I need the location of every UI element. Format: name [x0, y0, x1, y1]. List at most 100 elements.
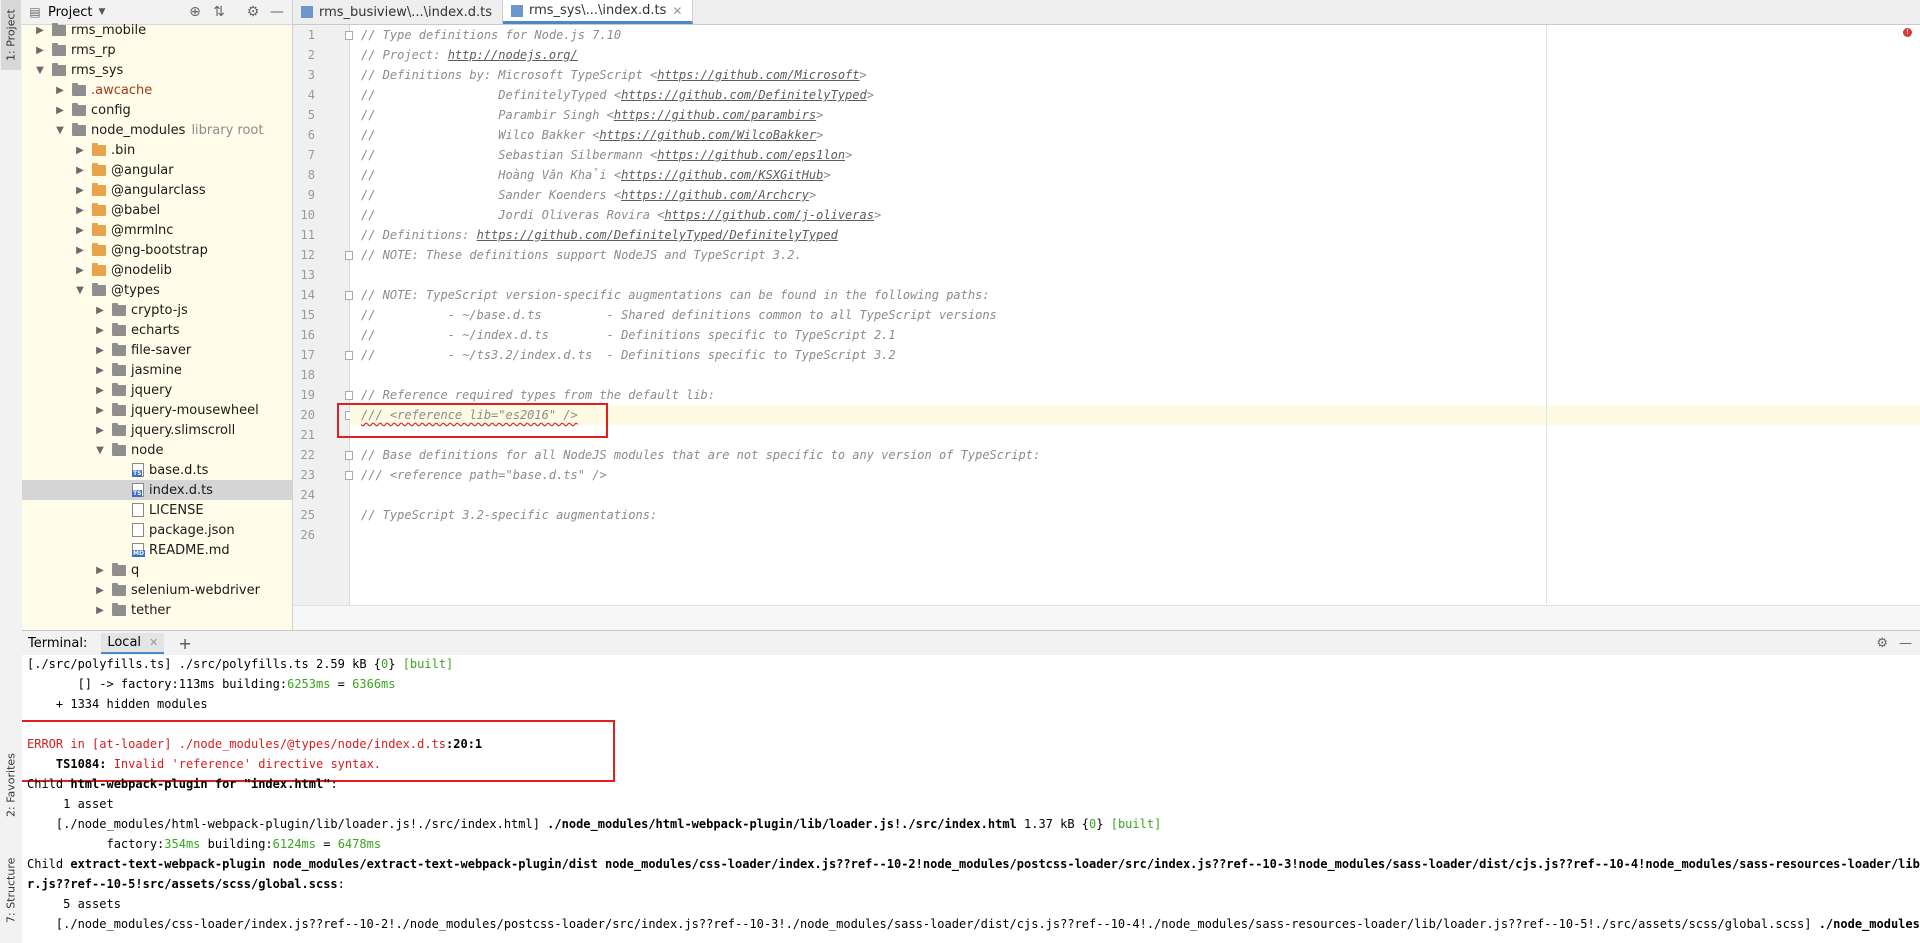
- chevron-down-icon[interactable]: ▼: [34, 65, 46, 76]
- chevron-right-icon[interactable]: ▶: [74, 245, 86, 256]
- chevron-right-icon[interactable]: ▶: [54, 105, 66, 116]
- folder-icon: [112, 422, 126, 436]
- code-link[interactable]: https://github.com/eps1lon: [657, 148, 845, 162]
- chevron-down-icon[interactable]: ▼: [54, 125, 66, 136]
- tree-item[interactable]: ▼ rms_sys: [22, 60, 292, 80]
- favorites-tool-tab[interactable]: 2: Favorites: [1, 740, 21, 830]
- tree-item-label: jquery: [131, 382, 173, 398]
- chevron-right-icon[interactable]: ▶: [94, 325, 106, 336]
- code-line: // Parambir Singh <https://github.com/pa…: [361, 108, 824, 122]
- tree-item[interactable]: ▶ @angular: [22, 160, 292, 180]
- tree-item[interactable]: ▼ node_modules library root: [22, 120, 292, 140]
- tree-item[interactable]: base.d.ts: [22, 460, 292, 480]
- tree-item[interactable]: LICENSE: [22, 500, 292, 520]
- line-number: 18: [300, 368, 315, 382]
- chevron-right-icon[interactable]: ▶: [74, 205, 86, 216]
- tree-item[interactable]: ▶ crypto-js: [22, 300, 292, 320]
- tree-item[interactable]: ▶ @mrmlnc: [22, 220, 292, 240]
- collapse-all-icon[interactable]: ⇅: [210, 3, 228, 21]
- code-line: /// <reference path="base.d.ts" />: [361, 468, 607, 482]
- terminal-line: Child html-webpack-plugin for "index.htm…: [27, 777, 338, 791]
- tree-item[interactable]: ▶ jquery.slimscroll: [22, 420, 292, 440]
- project-tool-tab[interactable]: 1: Project: [1, 0, 21, 70]
- chevron-right-icon[interactable]: ▶: [34, 25, 46, 36]
- code-link[interactable]: http://nodejs.org/: [448, 48, 578, 62]
- tree-item[interactable]: ▶ rms_rp: [22, 40, 292, 60]
- chevron-right-icon[interactable]: ▶: [94, 605, 106, 616]
- chevron-right-icon[interactable]: ▶: [94, 405, 106, 416]
- chevron-down-icon[interactable]: ▼: [74, 285, 86, 296]
- chevron-right-icon[interactable]: ▶: [94, 565, 106, 576]
- terminal-output[interactable]: [./src/polyfills.ts] ./src/polyfills.ts …: [22, 655, 1920, 943]
- terminal-tab-local[interactable]: Local ✕: [101, 632, 165, 654]
- hide-panel-icon[interactable]: —: [268, 3, 286, 21]
- tree-item[interactable]: ▼ node: [22, 440, 292, 460]
- chevron-right-icon[interactable]: ▶: [74, 185, 86, 196]
- code-line: // DefinitelyTyped <https://github.com/D…: [361, 88, 874, 102]
- code-area[interactable]: // Type definitions for Node.js 7.10 // P…: [350, 25, 1920, 605]
- tree-item[interactable]: ▶ config: [22, 100, 292, 120]
- chevron-right-icon[interactable]: ▶: [74, 145, 86, 156]
- gear-icon[interactable]: ⚙: [244, 3, 262, 21]
- chevron-right-icon[interactable]: ▶: [74, 165, 86, 176]
- chevron-right-icon[interactable]: ▶: [94, 385, 106, 396]
- chevron-right-icon[interactable]: ▶: [74, 265, 86, 276]
- tree-item[interactable]: index.d.ts: [22, 480, 292, 500]
- tree-item[interactable]: ▶ tether: [22, 600, 292, 620]
- chevron-down-icon[interactable]: ▼: [94, 445, 106, 456]
- tree-item[interactable]: ▶ .bin: [22, 140, 292, 160]
- locate-icon[interactable]: ⊕: [186, 3, 204, 21]
- tree-item[interactable]: ▶ jasmine: [22, 360, 292, 380]
- hide-panel-icon[interactable]: —: [1899, 636, 1912, 651]
- chevron-right-icon[interactable]: ▶: [94, 345, 106, 356]
- tree-item[interactable]: ▶ jquery: [22, 380, 292, 400]
- chevron-right-icon[interactable]: ▶: [74, 225, 86, 236]
- code-link[interactable]: https://github.com/parambirs: [614, 108, 816, 122]
- chevron-right-icon[interactable]: ▶: [34, 45, 46, 56]
- file-icon: [132, 523, 144, 537]
- tree-item[interactable]: ▶ @nodelib: [22, 260, 292, 280]
- code-editor[interactable]: 1 2 3 4 5 6 7 8 9 10 11 12 13 14 15 16 17 18 19 20 21 22 23 24 2…: [293, 25, 1920, 605]
- tree-item[interactable]: ▶ @angularclass: [22, 180, 292, 200]
- tree-item[interactable]: ▼ @types: [22, 280, 292, 300]
- line-number: 24: [300, 488, 315, 502]
- tree-item[interactable]: package.json: [22, 520, 292, 540]
- code-link[interactable]: https://github.com/KSXGitHub: [621, 168, 823, 182]
- code-line: // Jordi Oliveras Rovira <https://github…: [361, 208, 882, 222]
- code-link[interactable]: https://github.com/j-oliveras: [664, 208, 874, 222]
- chevron-down-icon[interactable]: ▼: [98, 7, 105, 17]
- add-terminal-icon[interactable]: +: [178, 634, 191, 653]
- chevron-right-icon[interactable]: ▶: [54, 85, 66, 96]
- editor-tab[interactable]: rms_busiview\...\index.d.ts: [293, 0, 503, 24]
- code-link[interactable]: https://github.com/DefinitelyTyped: [621, 88, 867, 102]
- code-link[interactable]: https://github.com/WilcoBakker: [599, 128, 816, 142]
- chevron-right-icon[interactable]: ▶: [94, 305, 106, 316]
- tree-item[interactable]: ▶ echarts: [22, 320, 292, 340]
- tree-item[interactable]: ▶ q: [22, 560, 292, 580]
- tree-item[interactable]: ▶ file-saver: [22, 340, 292, 360]
- structure-tool-tab[interactable]: 7: Structure: [1, 845, 21, 935]
- tree-item-label: config: [91, 102, 131, 118]
- tree-item[interactable]: ▶ rms_mobile: [22, 20, 292, 40]
- project-title[interactable]: Project: [48, 5, 92, 20]
- code-link[interactable]: https://github.com/DefinitelyTyped/Defin…: [477, 228, 838, 242]
- code-line: // Sebastian Silbermann <https://github.…: [361, 148, 853, 162]
- tree-item[interactable]: ▶ .awcache: [22, 80, 292, 100]
- code-link[interactable]: https://github.com/Archcry: [621, 188, 809, 202]
- editor-tab[interactable]: rms_sys\...\index.d.ts ✕: [502, 0, 694, 24]
- tree-item[interactable]: ▶ @ng-bootstrap: [22, 240, 292, 260]
- chevron-right-icon[interactable]: ▶: [94, 365, 106, 376]
- tree-item[interactable]: ▶ @babel: [22, 200, 292, 220]
- tree-item[interactable]: ▶ selenium-webdriver: [22, 580, 292, 600]
- tree-item-label: jasmine: [131, 362, 182, 378]
- code-line: // - ~/index.d.ts - Definitions specific…: [361, 328, 896, 342]
- close-icon[interactable]: ✕: [672, 4, 682, 18]
- chevron-right-icon[interactable]: ▶: [94, 425, 106, 436]
- chevron-right-icon[interactable]: ▶: [94, 585, 106, 596]
- tree-item[interactable]: ▶ jquery-mousewheel: [22, 400, 292, 420]
- close-icon[interactable]: ✕: [149, 636, 158, 649]
- gear-icon[interactable]: ⚙: [1876, 636, 1888, 651]
- tree-item[interactable]: README.md: [22, 540, 292, 560]
- error-indicator-icon[interactable]: !: [1903, 28, 1912, 37]
- code-link[interactable]: https://github.com/Microsoft: [657, 68, 859, 82]
